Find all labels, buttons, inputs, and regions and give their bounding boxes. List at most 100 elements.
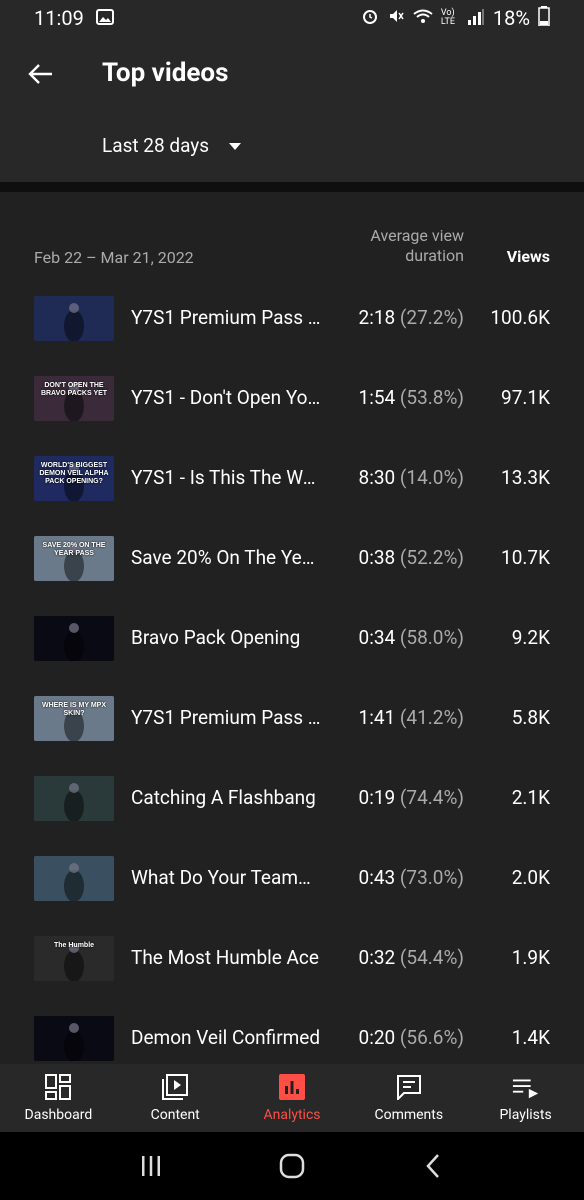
system-back-icon <box>426 1154 440 1178</box>
video-title: Y7S1 Premium Pass Worth It? <box>131 306 321 329</box>
video-thumbnail <box>34 616 114 661</box>
nav-playlists[interactable]: Playlists <box>467 1064 584 1132</box>
thumbnail-text: WORLD'S BIGGEST DEMON VEIL ALPHA PACK OP… <box>39 462 109 485</box>
video-thumbnail <box>34 776 114 821</box>
content-icon <box>161 1073 189 1101</box>
duration-percent: (74.4%) <box>399 786 464 809</box>
bottom-nav: Dashboard Content Analytics Comments Playlis… <box>0 1064 584 1132</box>
video-row[interactable]: SAVE 20% ON THE YEAR PASS Save 20% On The… <box>0 518 584 598</box>
video-row[interactable]: WORLD'S BIGGEST DEMON VEIL ALPHA PACK OP… <box>0 438 584 518</box>
view-count: 2.1K <box>511 786 550 809</box>
video-title: Y7S1 - Don't Open Your Bravo Packs Yet <box>131 386 321 409</box>
date-range-text: Feb 22 – Mar 21, 2022 <box>34 248 194 267</box>
duration-percent: (53.8%) <box>399 386 464 409</box>
table-header: Feb 22 – Mar 21, 2022 Average view durat… <box>0 192 584 278</box>
duration-value: 8:30 <box>358 466 396 489</box>
video-title: What Do Your Teammates Do <box>131 866 321 889</box>
avg-view-duration: 0:19 (74.4%) <box>359 786 464 809</box>
video-row[interactable]: DON'T OPEN THE BRAVO PACKS YET Y7S1 - Don… <box>0 358 584 438</box>
duration-value: 1:41 <box>358 706 396 729</box>
home-icon <box>279 1153 305 1179</box>
nav-analytics[interactable]: Analytics <box>234 1064 351 1132</box>
avg-view-duration-header[interactable]: Average view duration <box>370 226 464 266</box>
duration-value: 2:18 <box>358 306 396 329</box>
dropdown-caret-icon <box>229 143 242 150</box>
nav-label: Comments <box>374 1107 444 1123</box>
back-button[interactable] <box>22 56 58 92</box>
duration-percent: (56.6%) <box>399 1026 464 1049</box>
nav-label: Playlists <box>499 1107 552 1123</box>
video-row[interactable]: The Humble The Most Humble Ace 0:32 (54.4%… <box>0 918 584 998</box>
duration-percent: (41.2%) <box>399 706 464 729</box>
video-title: Y7S1 - Is This The World's Biggest Demon… <box>131 466 321 489</box>
thumbnail-text: WHERE IS MY MPX SKIN? <box>41 702 107 717</box>
mute-icon <box>387 6 405 30</box>
date-range-dropdown[interactable]: Last 28 days <box>102 134 242 157</box>
app-header: Top videos Last 28 days <box>0 36 584 182</box>
video-title: Demon Veil Confirmed <box>131 1026 321 1049</box>
image-notification-icon <box>95 6 114 30</box>
date-range-label: Last 28 days <box>102 134 210 157</box>
avg-view-duration: 0:20 (56.6%) <box>359 1026 464 1049</box>
thumbnail-text: DON'T OPEN THE BRAVO PACKS YET <box>40 382 108 397</box>
duration-percent: (73.0%) <box>399 866 464 889</box>
lte-icon: Vo) LTE <box>440 8 455 27</box>
wifi-icon <box>413 6 433 30</box>
recent-apps-icon <box>141 1156 160 1176</box>
video-title: Save 20% On The Year Pass <box>131 546 321 569</box>
duration-percent: (54.4%) <box>399 946 464 969</box>
video-thumbnail: WORLD'S BIGGEST DEMON VEIL ALPHA PACK OP… <box>34 456 114 501</box>
divider <box>0 182 584 192</box>
video-title: Catching A Flashbang <box>131 786 316 809</box>
video-list: Y7S1 Premium Pass Worth It? 2:18 (27.2%) 1… <box>0 278 584 1078</box>
nav-comments[interactable]: Comments <box>350 1064 467 1132</box>
recent-apps-button[interactable] <box>131 1146 171 1186</box>
video-row[interactable]: What Do Your Teammates Do 0:43 (73.0%) 2.0… <box>0 838 584 918</box>
video-thumbnail <box>34 1016 114 1061</box>
avg-view-duration: 0:43 (73.0%) <box>359 866 464 889</box>
avg-view-duration: 0:34 (58.0%) <box>359 626 464 649</box>
video-title: The Most Humble Ace <box>131 946 319 969</box>
playlists-icon <box>512 1073 540 1101</box>
video-thumbnail: The Humble <box>34 936 114 981</box>
view-count: 1.9K <box>511 946 550 969</box>
video-row[interactable]: Catching A Flashbang 0:19 (74.4%) 2.1K <box>0 758 584 838</box>
status-time: 11:09 <box>34 6 84 30</box>
nav-content[interactable]: Content <box>117 1064 234 1132</box>
view-count: 10.7K <box>501 546 550 569</box>
thumbnail-text: SAVE 20% ON THE YEAR PASS <box>42 542 106 557</box>
duration-value: 1:54 <box>358 386 396 409</box>
nav-label: Content <box>150 1107 200 1123</box>
nav-label: Dashboard <box>24 1107 93 1123</box>
duration-value: 0:20 <box>358 1026 396 1049</box>
analytics-icon <box>278 1073 306 1101</box>
view-count: 100.6K <box>490 306 550 329</box>
signal-icon <box>467 6 485 30</box>
system-back-button[interactable] <box>413 1146 453 1186</box>
comments-icon <box>395 1073 423 1101</box>
video-title: Bravo Pack Opening <box>131 626 301 649</box>
nav-dashboard[interactable]: Dashboard <box>0 1064 117 1132</box>
views-header[interactable]: Views <box>507 247 550 266</box>
back-arrow-icon <box>28 64 52 84</box>
avg-header-line2: duration <box>405 246 464 265</box>
video-row[interactable]: WHERE IS MY MPX SKIN? Y7S1 Premium Pass M… <box>0 678 584 758</box>
battery-icon <box>538 5 550 31</box>
video-row[interactable]: Y7S1 Premium Pass Worth It? 2:18 (27.2%) 1… <box>0 278 584 358</box>
avg-view-duration: 8:30 (14.0%) <box>359 466 464 489</box>
duration-value: 0:32 <box>358 946 396 969</box>
duration-value: 0:19 <box>358 786 396 809</box>
home-button[interactable] <box>272 1146 312 1186</box>
avg-view-duration: 0:32 (54.4%) <box>359 946 464 969</box>
video-row[interactable]: Bravo Pack Opening 0:34 (58.0%) 9.2K <box>0 598 584 678</box>
video-thumbnail: DON'T OPEN THE BRAVO PACKS YET <box>34 376 114 421</box>
duration-value: 0:43 <box>358 866 396 889</box>
duration-percent: (58.0%) <box>399 626 464 649</box>
duration-value: 0:34 <box>358 626 396 649</box>
avg-view-duration: 0:38 (52.2%) <box>359 546 464 569</box>
video-thumbnail: WHERE IS MY MPX SKIN? <box>34 696 114 741</box>
duration-percent: (27.2%) <box>399 306 464 329</box>
video-thumbnail: SAVE 20% ON THE YEAR PASS <box>34 536 114 581</box>
avg-view-duration: 1:54 (53.8%) <box>359 386 464 409</box>
duration-value: 0:38 <box>358 546 396 569</box>
